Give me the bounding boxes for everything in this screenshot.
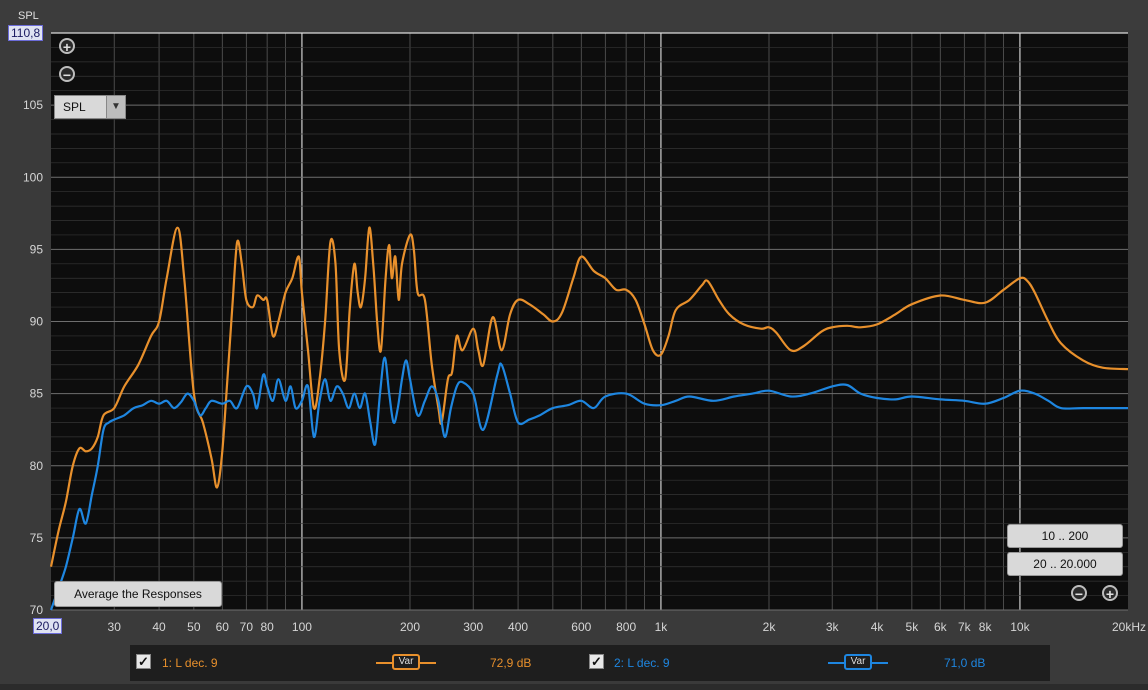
series-1-value: 72,9 dB: [490, 656, 532, 670]
series-1-var-button[interactable]: Var: [392, 654, 420, 670]
spl-select[interactable]: SPL ▼: [54, 95, 126, 119]
x-tick-label: 4k: [871, 620, 885, 634]
x-tick-label: 800: [616, 620, 636, 634]
y-cursor-readout: 110,8: [8, 25, 44, 41]
x-tick-label: 10k: [1010, 620, 1030, 634]
y-tick-label: 75: [30, 531, 44, 545]
x-tick-label: 30: [108, 620, 122, 634]
range-20-20000-button[interactable]: 20 .. 20.000: [1007, 552, 1123, 576]
x-tick-label: 200: [400, 620, 420, 634]
x-tick-label: 8k: [979, 620, 993, 634]
bottom-strip: [0, 684, 1148, 690]
chevron-down-icon[interactable]: ▼: [106, 96, 125, 118]
x-tick-label: 7k: [958, 620, 972, 634]
x-tick-label: 60: [216, 620, 230, 634]
series-1-label: 1: L dec. 9: [162, 656, 218, 670]
average-responses-button[interactable]: Average the Responses: [54, 581, 222, 607]
y-axis-label: SPL: [18, 10, 39, 22]
x-tick-label: 2k: [763, 620, 777, 634]
zoom-in-button[interactable]: +: [59, 38, 75, 55]
zoom-out-button[interactable]: −: [59, 66, 75, 83]
series-1-checkbox[interactable]: ✓: [136, 654, 151, 669]
y-tick-label: 105: [23, 98, 43, 112]
x-cursor-readout: 20,0: [33, 618, 63, 634]
x-zoom-out-button[interactable]: −: [1071, 585, 1087, 602]
legend-bar: ✓ 1: L dec. 9 Var 72,9 dB ✓ 2: L dec. 9 …: [130, 645, 1050, 681]
y-tick-labels: 707580859095100105110: [23, 26, 43, 617]
x-tick-label: 600: [571, 620, 591, 634]
x-tick-label: 80: [260, 620, 274, 634]
x-tick-label: 50: [187, 620, 201, 634]
x-zoom-in-button[interactable]: +: [1102, 585, 1118, 602]
y-tick-label: 100: [23, 170, 43, 184]
series-2-var-control[interactable]: Var: [828, 654, 888, 672]
x-tick-label: 5k: [906, 620, 920, 634]
series-2-var-button[interactable]: Var: [844, 654, 872, 670]
x-tick-label: 40: [152, 620, 166, 634]
x-unit-label: 20kHz: [1112, 620, 1146, 634]
series-2-value: 71,0 dB: [944, 656, 986, 670]
y-tick-label: 90: [30, 315, 44, 329]
y-tick-label: 95: [30, 242, 44, 256]
series-1-var-control[interactable]: Var: [376, 654, 436, 672]
frequency-response-chart[interactable]: 707580859095100105110 304050607080100200…: [0, 0, 1148, 650]
x-tick-labels: 30 40 50 60 70 80 100 200 300 400 600 800 1k 2k 3k 4k 5k…: [108, 620, 1146, 634]
spl-select-value: SPL: [63, 100, 86, 114]
grid-layer: [51, 32, 1128, 611]
x-tick-label: 70: [240, 620, 254, 634]
x-tick-label: 400: [508, 620, 528, 634]
series-2-checkbox[interactable]: ✓: [589, 654, 604, 669]
y-tick-label: 85: [30, 387, 44, 401]
y-tick-label: 80: [30, 459, 44, 473]
x-tick-label: 1k: [655, 620, 669, 634]
x-tick-label: 3k: [826, 620, 840, 634]
range-10-200-button[interactable]: 10 .. 200: [1007, 524, 1123, 548]
x-tick-label: 6k: [934, 620, 948, 634]
series-2-label: 2: L dec. 9: [614, 656, 670, 670]
x-tick-label: 100: [292, 620, 312, 634]
x-tick-label: 300: [463, 620, 483, 634]
y-tick-label: 70: [30, 603, 44, 617]
